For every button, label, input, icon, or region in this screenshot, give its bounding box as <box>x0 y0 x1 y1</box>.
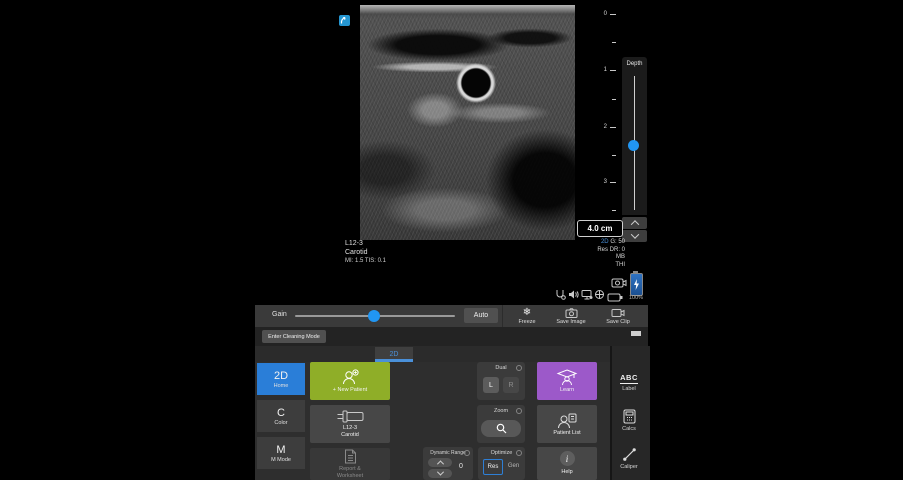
chevron-up-icon <box>630 220 638 228</box>
save-clip-button[interactable]: Save Clip <box>596 305 640 327</box>
chevron-down-icon <box>630 230 638 238</box>
label-tool-button[interactable]: ABC Label <box>610 368 648 396</box>
ruler-tick <box>610 14 616 15</box>
magnifier-icon <box>496 423 507 434</box>
display-status-icon <box>581 287 593 305</box>
ruler-tick-label: 2 <box>595 124 607 130</box>
ruler-tick <box>610 182 616 183</box>
status-res-dr: Res DR: 0 <box>565 247 625 255</box>
dynamic-range-down-button[interactable] <box>428 469 452 478</box>
learn-icon <box>556 369 578 385</box>
depth-readout: 4.0 cm <box>577 220 623 237</box>
dynamic-range-control: Dynamic Range 0 <box>423 447 473 480</box>
new-patient-button[interactable]: + New Patient <box>310 362 390 400</box>
depth-title: Depth <box>622 61 647 67</box>
depth-up-button[interactable] <box>622 217 647 229</box>
optimize-control: Optimize Res Gen <box>478 447 525 480</box>
info-icon <box>516 365 522 371</box>
app-screen: 0 1 2 3 Depth 4.0 cm L12-3 Carotid MI: 1… <box>0 0 903 480</box>
volume-icon <box>568 287 579 305</box>
status-mode: 2D <box>601 239 609 245</box>
chevron-down-icon <box>436 469 443 476</box>
new-patient-icon <box>340 369 360 385</box>
dual-right-button[interactable]: R <box>503 377 519 393</box>
help-icon: i <box>560 451 575 466</box>
ruler-tick-label: 3 <box>595 179 607 185</box>
depth-down-button[interactable] <box>622 230 647 242</box>
ruler-tick <box>610 70 616 71</box>
dual-control: Dual L R <box>477 362 525 400</box>
status-mb: MB <box>565 254 625 262</box>
help-button[interactable]: i Help <box>537 447 597 480</box>
optimize-gen-button[interactable]: Gen <box>505 459 522 473</box>
gain-slider-thumb[interactable] <box>368 310 380 322</box>
probe-status-icon <box>555 287 566 305</box>
snowflake-icon: ❄ <box>523 308 531 318</box>
probe-label: L12-3 <box>345 240 386 249</box>
info-icon <box>516 450 522 456</box>
ruler-tick-minor <box>612 42 616 43</box>
abc-icon: ABC <box>620 373 638 384</box>
cleaning-mode-button[interactable]: Enter Cleaning Mode <box>262 330 326 343</box>
dynamic-range-value: 0 <box>459 463 463 470</box>
learn-button[interactable]: Learn <box>537 362 597 400</box>
ultrasound-image[interactable] <box>360 5 575 240</box>
ruler-tick-label: 0 <box>595 11 607 17</box>
imaging-status: 2D G: 50 Res DR: 0 MB THI <box>565 239 625 269</box>
calculator-icon <box>623 409 636 424</box>
ultrasound-app: 0 1 2 3 Depth 4.0 cm L12-3 Carotid MI: 1… <box>255 0 648 480</box>
zoom-button[interactable] <box>481 420 521 437</box>
mi-tis-label: MI: 1.5 TIS: 0.1 <box>345 257 386 266</box>
network-status-icon <box>594 287 605 305</box>
save-image-button[interactable]: Save Image <box>549 305 593 327</box>
transducer-icon <box>335 410 365 423</box>
patient-list-button[interactable]: Patient List <box>537 405 597 443</box>
menu-button[interactable] <box>631 330 643 342</box>
gain-label: Gain <box>272 311 287 318</box>
toolbar-divider <box>502 305 503 327</box>
orientation-marker-icon <box>339 15 350 26</box>
status-thi: THI <box>565 262 625 270</box>
status-gain: G: 50 <box>610 239 625 245</box>
probe-info: L12-3 Carotid MI: 1.5 TIS: 0.1 <box>345 240 386 266</box>
battery-charging-icon <box>630 273 643 296</box>
mode-button-color[interactable]: CColor <box>257 400 305 432</box>
ruler-tick-label: 1 <box>595 67 607 73</box>
patient-list-icon <box>556 412 578 428</box>
report-icon <box>344 449 357 464</box>
tab-row <box>255 346 610 362</box>
preset-label: Carotid <box>345 249 386 258</box>
mode-button-mmode[interactable]: MM Mode <box>257 437 305 469</box>
zoom-control: Zoom <box>477 405 525 443</box>
ruler-tick-minor <box>612 155 616 156</box>
dual-left-button[interactable]: L <box>483 377 499 393</box>
calcs-tool-button[interactable]: Calcs <box>610 406 648 434</box>
video-icon <box>611 308 625 318</box>
info-icon <box>464 450 470 456</box>
report-button[interactable]: Report &Worksheet <box>310 448 390 480</box>
ruler-tick-minor <box>612 210 616 211</box>
auto-gain-button[interactable]: Auto <box>464 308 498 323</box>
optimize-res-button[interactable]: Res <box>483 459 503 475</box>
dynamic-range-up-button[interactable] <box>428 458 452 467</box>
ruler-tick <box>610 127 616 128</box>
caliper-icon <box>622 447 637 462</box>
camera-icon <box>565 308 578 318</box>
mode-button-2d[interactable]: 2DHome <box>257 363 305 395</box>
transducer-button[interactable]: L12-3Carotid <box>310 405 390 443</box>
battery-percent: 100% <box>621 295 651 301</box>
depth-slider-thumb[interactable] <box>628 140 639 151</box>
caliper-tool-button[interactable]: Caliper <box>610 444 648 472</box>
chevron-up-icon <box>436 460 443 467</box>
ruler-tick-minor <box>612 99 616 100</box>
freeze-button[interactable]: ❄ Freeze <box>505 305 549 327</box>
info-icon <box>516 408 522 414</box>
